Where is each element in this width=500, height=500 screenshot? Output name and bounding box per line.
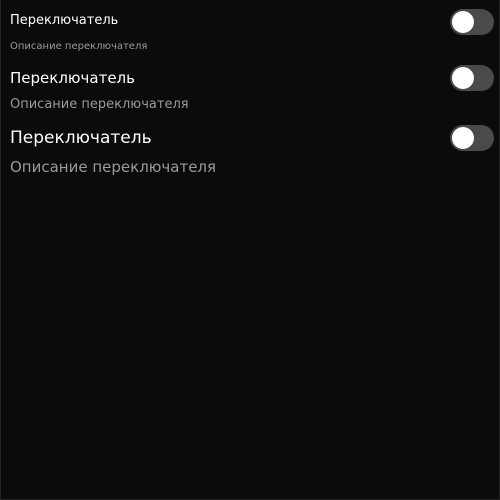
switch-description: Описание переключателя <box>10 97 189 112</box>
switch-list-screen: Переключатель Описание переключателя Пер… <box>0 0 500 500</box>
toggle-knob <box>452 67 474 89</box>
toggle-switch[interactable] <box>450 125 494 151</box>
switch-title: Переключатель <box>10 69 135 87</box>
switch-title: Переключатель <box>10 128 152 148</box>
switch-description: Описание переключателя <box>10 41 148 52</box>
toggle-knob <box>452 11 474 33</box>
switch-description: Описание переключателя <box>10 158 217 176</box>
toggle-switch[interactable] <box>450 9 494 35</box>
toggle-knob <box>452 127 474 149</box>
switch-title: Переключатель <box>10 13 119 28</box>
toggle-switch[interactable] <box>450 65 494 91</box>
